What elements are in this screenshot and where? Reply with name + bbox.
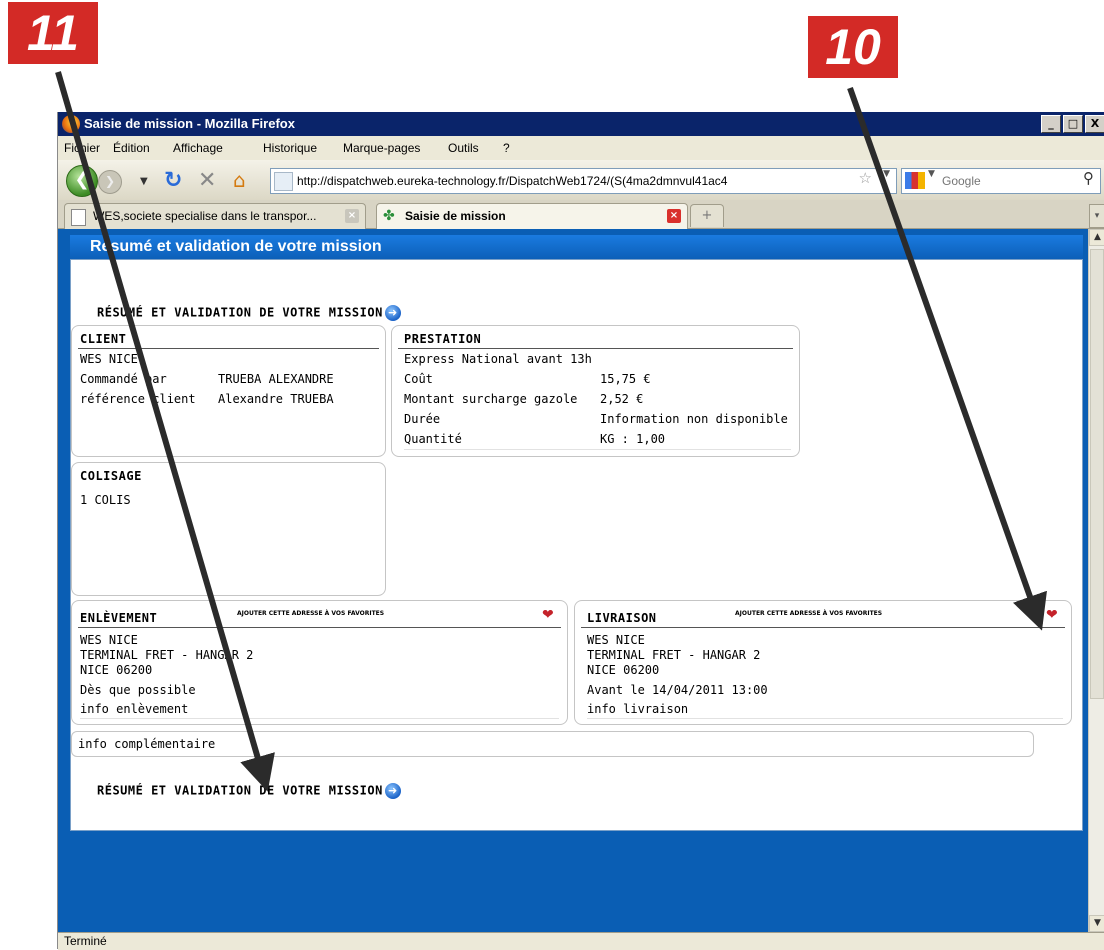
arrow-11 [55,71,275,792]
annotation-arrows [55,71,1047,792]
arrow-10 [847,86,1047,631]
